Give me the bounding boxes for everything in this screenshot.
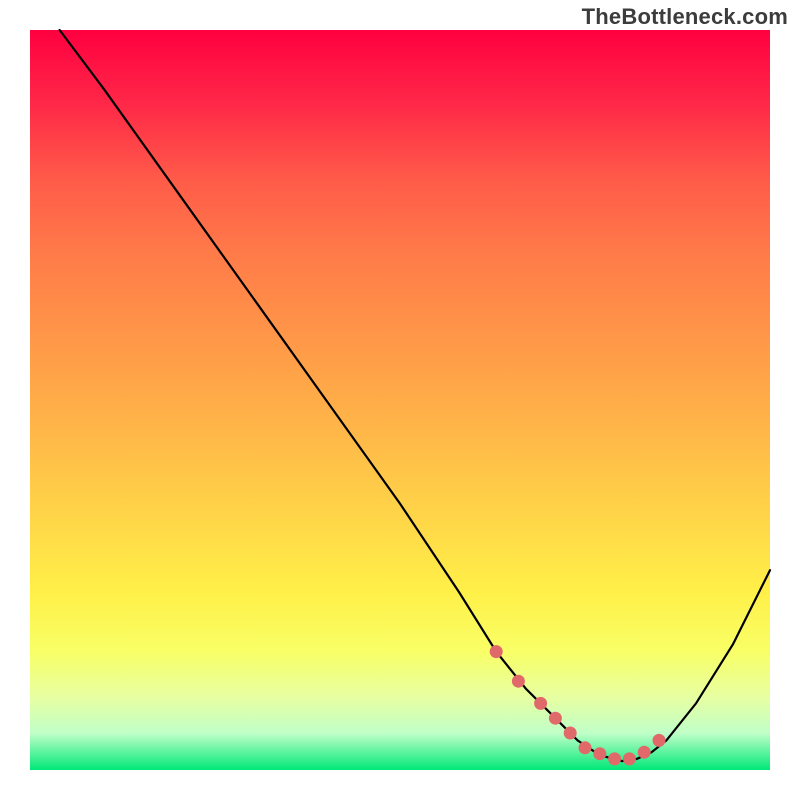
optimal-marker xyxy=(638,746,651,759)
optimal-marker xyxy=(549,712,562,725)
optimal-marker xyxy=(579,741,592,754)
optimal-marker xyxy=(623,752,636,765)
optimal-marker xyxy=(608,752,621,765)
optimal-marker xyxy=(653,734,666,747)
optimal-marker xyxy=(490,645,503,658)
bottleneck-chart: TheBottleneck.com xyxy=(0,0,800,800)
optimal-marker xyxy=(512,675,525,688)
optimal-marker xyxy=(534,697,547,710)
optimal-marker xyxy=(564,727,577,740)
plot-svg xyxy=(0,0,800,800)
optimal-marker xyxy=(593,747,606,760)
watermark-text: TheBottleneck.com xyxy=(582,4,788,30)
